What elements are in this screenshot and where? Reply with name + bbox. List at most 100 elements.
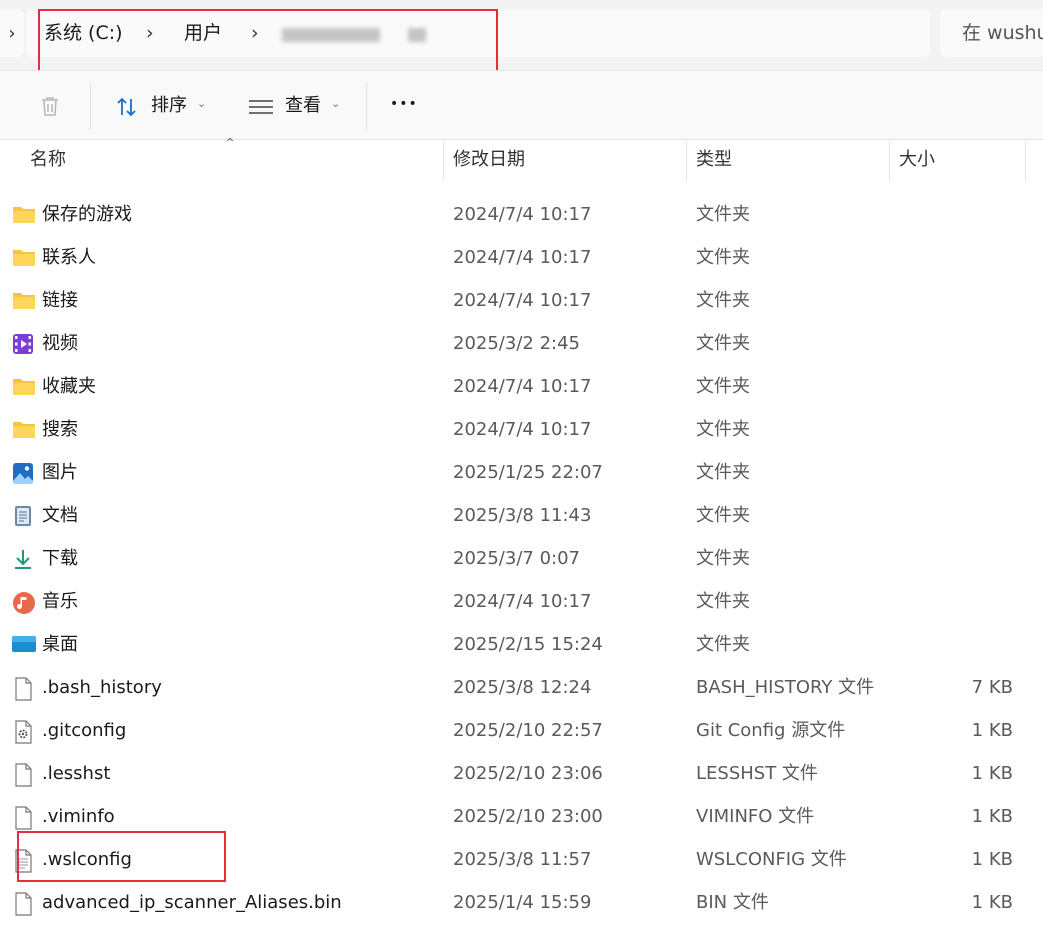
file-type: Git Config 源文件 (696, 720, 846, 741)
file-name: 收藏夹 (42, 376, 96, 397)
file-date: 2025/3/8 11:57 (453, 849, 592, 870)
file-icon (12, 677, 36, 701)
column-header-type[interactable]: 类型 (696, 149, 732, 171)
file-name: .bash_history (42, 677, 162, 698)
config-file-icon (12, 720, 36, 744)
music-folder-icon (12, 591, 36, 614)
file-date: 2025/1/25 22:07 (453, 462, 603, 483)
file-name: 文档 (42, 505, 78, 526)
file-date: 2025/1/4 15:59 (453, 892, 592, 913)
list-item[interactable]: 桌面 2025/2/15 15:24 文件夹 (0, 623, 1043, 666)
file-name: 桌面 (42, 634, 78, 655)
column-header-name[interactable]: 名称 (30, 149, 66, 171)
column-divider[interactable] (443, 141, 444, 181)
column-divider[interactable] (1025, 141, 1026, 181)
file-date: 2024/7/4 10:17 (453, 376, 592, 397)
file-date: 2025/2/15 15:24 (453, 634, 603, 655)
file-type: 文件夹 (696, 505, 750, 526)
desktop-folder-icon (12, 634, 36, 656)
folder-icon (12, 204, 36, 226)
list-item[interactable]: .lesshst 2025/2/10 23:06 LESSHST 文件 1 KB (0, 752, 1043, 795)
list-item[interactable]: 音乐 2024/7/4 10:17 文件夹 (0, 580, 1043, 623)
file-type: 文件夹 (696, 591, 750, 612)
file-name: 链接 (42, 290, 78, 311)
file-date: 2025/3/8 11:43 (453, 505, 592, 526)
folder-icon (12, 376, 36, 398)
file-date: 2025/3/8 12:24 (453, 677, 592, 698)
pictures-folder-icon (12, 462, 36, 484)
file-icon (12, 806, 36, 830)
toolbar-divider (366, 83, 367, 129)
file-type: BIN 文件 (696, 892, 769, 913)
file-date: 2025/2/10 22:57 (453, 720, 603, 741)
sort-button[interactable]: 排序 (151, 95, 187, 117)
file-date: 2024/7/4 10:17 (453, 290, 592, 311)
file-size: 1 KB (971, 849, 1013, 870)
video-folder-icon (12, 333, 36, 355)
list-item[interactable]: 图片 2025/1/25 22:07 文件夹 (0, 451, 1043, 494)
file-size: 1 KB (971, 763, 1013, 784)
list-item[interactable]: .gitconfig 2025/2/10 22:57 Git Config 源文… (0, 709, 1043, 752)
highlight-box-address (38, 9, 498, 76)
file-type: 文件夹 (696, 204, 750, 225)
list-item[interactable]: 下载 2025/3/7 0:07 文件夹 (0, 537, 1043, 580)
file-name: 图片 (42, 462, 78, 483)
column-header-row: 名称 修改日期 类型 大小 (0, 141, 1043, 181)
column-header-date[interactable]: 修改日期 (453, 149, 525, 171)
file-name: 下载 (42, 548, 78, 569)
file-name: .gitconfig (42, 720, 127, 741)
file-name: advanced_ip_scanner_Aliases.bin (42, 892, 342, 913)
address-expand-button[interactable]: › (0, 9, 24, 57)
file-type: 文件夹 (696, 634, 750, 655)
file-type: 文件夹 (696, 376, 750, 397)
file-size: 1 KB (971, 806, 1013, 827)
list-item[interactable]: 文档 2025/3/8 11:43 文件夹 (0, 494, 1043, 537)
file-type: 文件夹 (696, 419, 750, 440)
list-item[interactable]: 视频 2025/3/2 2:45 文件夹 (0, 322, 1043, 365)
file-size: 1 KB (971, 720, 1013, 741)
column-divider[interactable] (686, 141, 687, 181)
sort-icon[interactable] (114, 95, 140, 119)
file-name: 音乐 (42, 591, 78, 612)
file-name: .lesshst (42, 763, 111, 784)
command-bar: 排序 ⌄ 查看 ⌄ ••• (0, 70, 1043, 140)
column-divider[interactable] (889, 141, 890, 181)
chevron-right-icon: › (8, 22, 16, 44)
file-type: 文件夹 (696, 247, 750, 268)
file-size: 7 KB (971, 677, 1013, 698)
list-item[interactable]: 搜索 2024/7/4 10:17 文件夹 (0, 408, 1043, 451)
file-type: 文件夹 (696, 462, 750, 483)
view-button[interactable]: 查看 (285, 95, 321, 117)
file-type: 文件夹 (696, 333, 750, 354)
list-item[interactable]: advanced_ip_scanner_Aliases.bin 2025/1/4… (0, 881, 1043, 924)
list-item[interactable]: 链接 2024/7/4 10:17 文件夹 (0, 279, 1043, 322)
list-item[interactable]: 收藏夹 2024/7/4 10:17 文件夹 (0, 365, 1043, 408)
file-name: 搜索 (42, 419, 78, 440)
folder-icon (12, 247, 36, 269)
file-type: VIMINFO 文件 (696, 806, 815, 827)
file-date: 2024/7/4 10:17 (453, 591, 592, 612)
file-type: 文件夹 (696, 548, 750, 569)
list-item[interactable]: 保存的游戏 2024/7/4 10:17 文件夹 (0, 193, 1043, 236)
list-item[interactable]: 联系人 2024/7/4 10:17 文件夹 (0, 236, 1043, 279)
delete-button[interactable] (36, 93, 64, 119)
file-name: 保存的游戏 (42, 204, 132, 225)
file-date: 2024/7/4 10:17 (453, 419, 592, 440)
more-options-button[interactable]: ••• (390, 93, 418, 115)
view-icon[interactable] (247, 97, 275, 117)
file-size: 1 KB (971, 892, 1013, 913)
file-date: 2025/2/10 23:06 (453, 763, 603, 784)
column-header-size[interactable]: 大小 (899, 149, 935, 171)
file-date: 2024/7/4 10:17 (453, 204, 592, 225)
file-icon (12, 763, 36, 787)
file-name: 联系人 (42, 247, 96, 268)
file-type: 文件夹 (696, 290, 750, 311)
file-date: 2025/3/7 0:07 (453, 548, 580, 569)
file-date: 2025/2/10 23:00 (453, 806, 603, 827)
file-name: .viminfo (42, 806, 115, 827)
file-name: 视频 (42, 333, 78, 354)
list-item[interactable]: .bash_history 2025/3/8 12:24 BASH_HISTOR… (0, 666, 1043, 709)
file-type: WSLCONFIG 文件 (696, 849, 847, 870)
trash-icon (42, 97, 58, 116)
file-date: 2025/3/2 2:45 (453, 333, 580, 354)
